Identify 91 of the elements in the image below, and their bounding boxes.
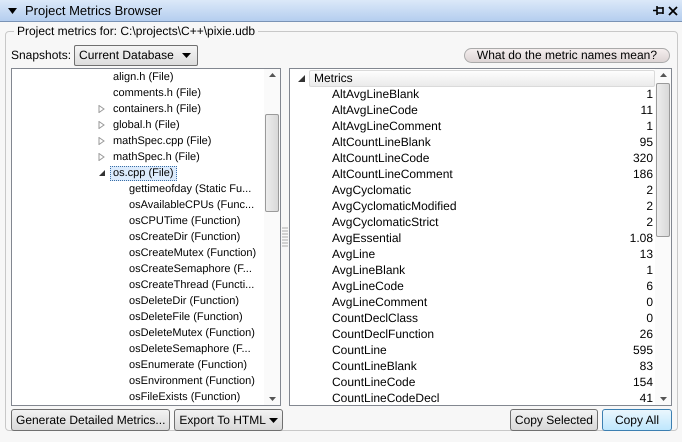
metric-name: AvgLineComment [332,295,428,309]
tree-item[interactable]: containers.h (File) [110,102,204,116]
metric-name: AvgLineCode [332,279,405,293]
metric-value: 0 [646,311,653,325]
scroll-up-icon[interactable] [268,73,276,77]
scrollbar-thumb[interactable] [265,114,279,212]
splitter-grip-icon[interactable] [282,227,288,247]
metric-name: CountDeclClass [332,311,420,325]
metric-value: 26 [640,327,653,341]
metric-name: AvgCyclomaticModified [332,199,458,213]
collapse-icon[interactable] [8,8,17,14]
metric-value: 13 [640,247,653,261]
tree-item[interactable]: osAvailableCPUs (Func... [126,198,258,212]
tree-item[interactable]: mathSpec.cpp (File) [110,134,214,148]
collapsed-icon[interactable] [98,137,105,145]
metric-name: AltCountLineCode [332,151,430,165]
scrollbar[interactable] [264,69,280,405]
tree-item[interactable]: osEnumerate (Function) [126,358,250,372]
metric-name: CountLine [332,343,388,357]
group-label: Project metrics for: C:\projects\C++\pixie.udb [14,24,258,38]
metric-name: AltAvgLineBlank [332,87,420,101]
scrollbar[interactable] [655,69,671,405]
scroll-down-icon[interactable] [660,397,666,401]
metric-name: AvgCyclomatic [332,183,412,197]
tree-item[interactable]: align.h (File) [110,70,177,84]
metric-name: CountLineCodeDecl [332,391,440,405]
button[interactable]: Generate Detailed Metrics... [11,409,170,431]
collapsed-icon[interactable] [98,121,105,129]
tree-item[interactable]: osFileExists (Function) [126,390,244,404]
pin-icon[interactable] [653,5,665,16]
collapsed-icon[interactable] [98,105,105,113]
metric-name: CountLineCode [332,375,416,389]
tree-item[interactable]: global.h (File) [110,118,183,132]
metric-value: 11 [640,103,653,117]
metric-value: 6 [646,279,653,293]
metric-value: 186 [632,167,653,181]
tree-item[interactable]: osEnvironment (Function) [126,374,258,388]
tree-item[interactable]: gettimeofday (Static Fu... [126,182,254,196]
tree-item[interactable]: os.cpp (File) [110,166,177,180]
metric-name: AvgCyclomaticStrict [332,215,440,229]
metric-value: 1 [646,263,653,277]
snapshots-label: Snapshots: [11,48,72,62]
tree-item[interactable]: osCreateThread (Functi... [126,278,258,292]
tree-item[interactable]: osDeleteSemaphore (F... [126,342,254,356]
metric-value: 595 [632,343,653,357]
metric-value: 41 [640,391,653,405]
tree-item[interactable]: comments.h (File) [110,86,204,100]
metric-value: 2 [646,215,653,229]
tree-item[interactable]: osDeleteDir (Function) [126,294,242,308]
metric-name: CountLineBlank [332,359,418,373]
metric-value: 320 [632,151,653,165]
scroll-down-icon[interactable] [268,397,276,401]
column-header[interactable]: Metrics [309,70,655,86]
tree-item[interactable]: osCreateDir (Function) [126,230,244,244]
metric-name: AltCountLineBlank [332,135,432,149]
window-title: Project Metrics Browser [25,3,162,18]
metric-value: 1.08 [630,231,653,245]
snapshot-dropdown[interactable]: Current Database [74,44,198,66]
metric-name: AltAvgLineCode [332,103,419,117]
tree-item[interactable]: osDeleteMutex (Function) [126,326,258,340]
metric-value: 1 [646,87,653,101]
tree-item[interactable]: osDeleteFile (Function) [126,310,246,324]
metric-value: 95 [640,135,653,149]
metric-value: 1 [646,119,653,133]
metric-name: AltCountLineComment [332,167,454,181]
metric-name: AvgLineBlank [332,263,406,277]
tree-item[interactable]: mathSpec.h (File) [110,150,203,164]
scrollbar-thumb[interactable] [656,83,670,237]
metric-value: 2 [646,199,653,213]
tree-item[interactable]: osCreateMutex (Function) [126,246,260,260]
expander-icon[interactable] [298,74,305,82]
metric-name: AvgEssential [332,231,402,245]
metric-value: 2 [646,183,653,197]
button[interactable]: Copy Selected [510,409,598,431]
close-icon[interactable] [668,6,678,16]
metric-value: 0 [646,295,653,309]
metric-value: 83 [640,359,653,373]
metric-name: AvgLine [332,247,376,261]
metric-name: CountDeclFunction [332,327,436,341]
tree-item[interactable]: osCreateSemaphore (F... [126,262,255,276]
scroll-up-icon[interactable] [660,73,666,77]
metric-name: AltAvgLineComment [332,119,442,133]
tree-item[interactable]: osCPUTime (Function) [126,214,244,228]
menu-button[interactable]: Export To HTML [174,409,283,431]
metric-value: 154 [632,375,653,389]
collapsed-icon[interactable] [98,153,105,161]
caret-icon [268,418,278,422]
caret-icon [182,52,191,58]
expanded-icon[interactable] [98,169,105,177]
button[interactable]: Copy All [602,409,672,431]
help-button[interactable]: What do the metric names mean? [464,48,670,62]
